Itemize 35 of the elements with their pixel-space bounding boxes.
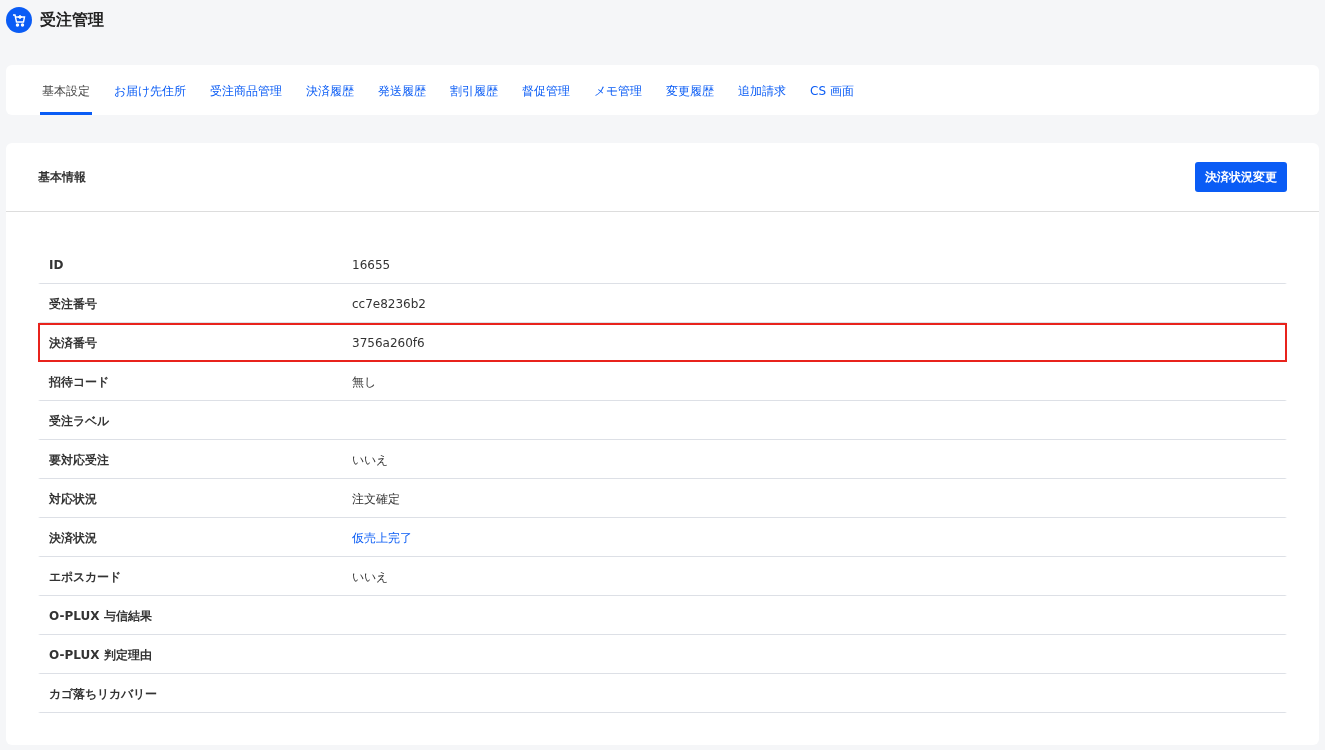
- cart-icon: [6, 7, 32, 33]
- tab[interactable]: お届け先住所: [112, 65, 188, 115]
- field-label: 招待コード: [48, 374, 110, 391]
- section-title: 基本情報: [38, 169, 86, 186]
- tab[interactable]: 基本設定: [40, 65, 92, 115]
- field-label: 要対応受注: [48, 452, 110, 469]
- field-label: 受注ラベル: [48, 413, 110, 430]
- field-label: ID: [48, 257, 65, 274]
- field-label: エポスカード: [48, 569, 122, 586]
- tab[interactable]: 決済履歴: [304, 65, 356, 115]
- field-value: 3756a260f6: [352, 334, 425, 352]
- field-label: カゴ落ちリカバリー: [48, 686, 158, 703]
- field-label: 対応状況: [48, 491, 98, 508]
- tab[interactable]: 変更履歴: [664, 65, 716, 115]
- page-title: 受注管理: [40, 9, 104, 31]
- field-label: O-PLUX 判定理由: [48, 647, 153, 664]
- tab[interactable]: 受注商品管理: [208, 65, 284, 115]
- field-value: cc7e8236b2: [352, 296, 426, 313]
- tab[interactable]: 発送履歴: [376, 65, 428, 115]
- tab[interactable]: 割引履歴: [448, 65, 500, 115]
- tab[interactable]: メモ管理: [592, 65, 644, 115]
- field-value: いいえ: [352, 569, 388, 586]
- tab[interactable]: 督促管理: [520, 65, 572, 115]
- field-label: 決済番号: [48, 334, 98, 352]
- field-value: 注文確定: [352, 491, 400, 508]
- field-label: O-PLUX 与信結果: [48, 608, 153, 625]
- field-label: 受注番号: [48, 296, 98, 313]
- tab[interactable]: 追加請求: [736, 65, 788, 115]
- field-label: 決済状況: [48, 530, 98, 547]
- field-value: 16655: [352, 257, 391, 274]
- payment-status-change-button[interactable]: 決済状況変更: [1195, 162, 1287, 192]
- field-value: 無し: [352, 374, 376, 391]
- status-link[interactable]: 仮売上完了: [352, 529, 412, 547]
- tab[interactable]: CS 画面: [808, 65, 856, 115]
- field-value: いいえ: [352, 452, 388, 469]
